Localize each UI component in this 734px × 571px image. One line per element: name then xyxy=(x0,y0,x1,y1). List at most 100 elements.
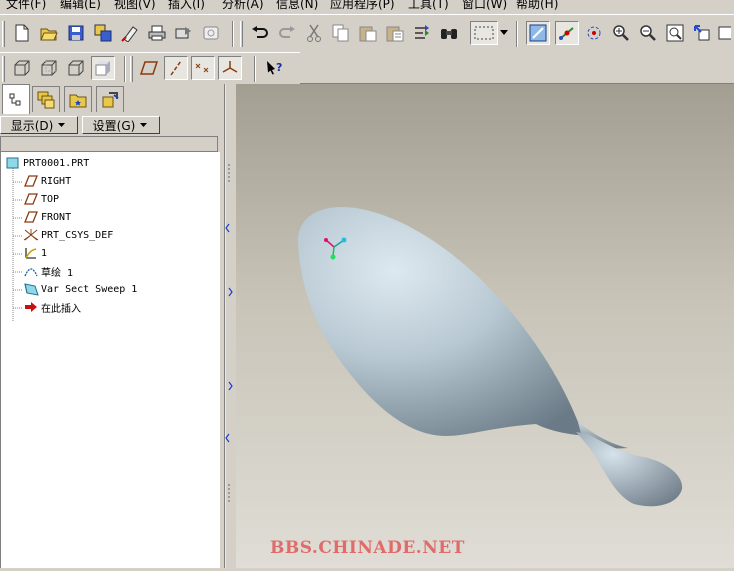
panel-splitter[interactable] xyxy=(224,84,236,568)
model-tree: PRT0001.PRT RIGHT TOP FRONT PRT_CSYS_DEF… xyxy=(0,152,220,568)
insert-here-arrow-icon xyxy=(23,300,39,314)
navigator-panel: 显示(D) 设置(G) PRT0001.PRT RIGHT TOP FRONT xyxy=(0,84,224,568)
datum-plane-icon xyxy=(23,192,39,206)
print-icon[interactable] xyxy=(145,21,169,45)
settings-menu-button[interactable]: 设置(G) xyxy=(82,116,160,134)
tree-item-label: PRT_CSYS_DEF xyxy=(41,229,114,241)
favorites-tab[interactable] xyxy=(96,86,124,112)
datum-plane-icon xyxy=(23,210,39,224)
copy-icon[interactable] xyxy=(329,21,353,45)
spin-center-icon[interactable] xyxy=(555,21,579,45)
erase-icon[interactable] xyxy=(118,21,142,45)
refit-icon[interactable] xyxy=(663,21,687,45)
tree-item-label: 1 xyxy=(41,247,48,259)
menu-edit[interactable]: 编辑(E) xyxy=(60,0,101,12)
graphics-viewport[interactable]: BBS.CHINADE.NET xyxy=(236,84,734,568)
menu-bar: 文件(F) 编辑(E) 视图(V) 插入(I) 分析(A) 信息(N) 应用程序… xyxy=(0,0,734,12)
tree-item-label: 在此插入 xyxy=(41,303,81,315)
repaint-icon[interactable] xyxy=(526,21,550,45)
tree-item-root[interactable]: PRT0001.PRT xyxy=(5,155,89,171)
new-file-icon[interactable] xyxy=(10,21,34,45)
zoom-in-icon[interactable] xyxy=(609,21,633,45)
spoon-model[interactable] xyxy=(236,84,734,568)
sweep-icon xyxy=(23,282,39,296)
tree-item-right[interactable]: RIGHT xyxy=(23,173,71,189)
menu-applications[interactable]: 应用程序(P) xyxy=(330,0,395,12)
find-icon[interactable] xyxy=(437,21,461,45)
part-icon xyxy=(5,156,21,170)
datum-axes-icon[interactable] xyxy=(164,56,188,80)
tree-item-curve[interactable]: 1 xyxy=(23,245,47,261)
datum-plane-icon xyxy=(23,174,39,188)
model-tree-tab[interactable] xyxy=(2,84,30,114)
save-copy-icon[interactable] xyxy=(91,21,115,45)
coord-systems-icon[interactable] xyxy=(218,56,242,80)
toolbar-grip[interactable] xyxy=(2,56,5,82)
redo-icon xyxy=(275,21,299,45)
toolbar-empty-area xyxy=(300,52,734,84)
wireframe-icon[interactable] xyxy=(10,56,34,80)
show-menu-button[interactable]: 显示(D) xyxy=(0,116,78,134)
tree-item-sweep[interactable]: Var Sect Sweep 1 xyxy=(23,281,137,297)
open-folder-icon[interactable] xyxy=(37,21,61,45)
reorient-icon[interactable] xyxy=(690,21,714,45)
close-window-icon[interactable] xyxy=(199,21,223,45)
tree-item-top[interactable]: TOP xyxy=(23,191,59,207)
layers-tab[interactable] xyxy=(32,86,60,112)
main-toolbar xyxy=(0,14,734,54)
menu-view[interactable]: 视图(V) xyxy=(114,0,156,12)
regenerate-icon[interactable] xyxy=(410,21,434,45)
save-icon[interactable] xyxy=(64,21,88,45)
display-toolbar: ? xyxy=(0,52,301,86)
shading-icon[interactable] xyxy=(91,56,115,80)
tree-item-sketch[interactable]: 草绘 1 xyxy=(23,263,73,279)
tree-item-label: Var Sect Sweep 1 xyxy=(41,283,138,295)
navigator-tabs xyxy=(0,84,224,114)
tree-item-front[interactable]: FRONT xyxy=(23,209,71,225)
select-box-icon[interactable] xyxy=(470,21,498,45)
tree-item-label: 草绘 1 xyxy=(41,267,74,279)
context-help-icon[interactable]: ? xyxy=(262,56,286,80)
menu-insert[interactable]: 插入(I) xyxy=(168,0,205,12)
send-icon[interactable] xyxy=(172,21,196,45)
folder-browser-tab[interactable] xyxy=(64,86,92,112)
toolbar-grip[interactable] xyxy=(2,21,5,47)
datum-points-icon[interactable] xyxy=(191,56,215,80)
menu-file[interactable]: 文件(F) xyxy=(6,0,46,12)
sketch-icon xyxy=(23,264,39,278)
tree-item-label: RIGHT xyxy=(41,175,72,187)
svg-text:?: ? xyxy=(276,61,282,74)
toolbar-separator xyxy=(254,56,256,82)
zoom-out-icon[interactable] xyxy=(636,21,660,45)
chevron-down-icon xyxy=(58,123,66,127)
toolbar-separator xyxy=(124,56,126,82)
menu-tools[interactable]: 工具(T) xyxy=(408,0,449,12)
datum-curve-icon xyxy=(23,246,39,260)
toolbar-grip[interactable] xyxy=(130,56,133,82)
paste-icon[interactable] xyxy=(356,21,380,45)
tree-item-csys[interactable]: PRT_CSYS_DEF xyxy=(23,227,113,243)
paste-special-icon[interactable] xyxy=(383,21,407,45)
tree-item-insert-here[interactable]: 在此插入 xyxy=(23,299,81,315)
no-hidden-icon[interactable] xyxy=(64,56,88,80)
chevron-down-icon xyxy=(140,123,148,127)
settings-menu-label: 设置(G) xyxy=(92,118,136,133)
menu-help[interactable]: 帮助(H) xyxy=(516,0,558,12)
undo-icon[interactable] xyxy=(248,21,272,45)
orient-mode-icon[interactable] xyxy=(582,21,606,45)
cut-icon[interactable] xyxy=(302,21,326,45)
show-menu-label: 显示(D) xyxy=(10,118,54,133)
datum-planes-icon[interactable] xyxy=(137,56,161,80)
menu-analysis[interactable]: 分析(A) xyxy=(222,0,264,12)
menu-info[interactable]: 信息(N) xyxy=(276,0,318,12)
toolbar-grip[interactable] xyxy=(240,21,243,47)
hidden-line-icon[interactable] xyxy=(37,56,61,80)
tree-column-header[interactable] xyxy=(0,136,218,152)
tree-item-label: TOP xyxy=(41,193,60,205)
coord-system-icon xyxy=(23,228,39,242)
select-dropdown-icon[interactable] xyxy=(498,21,510,45)
tree-item-label: PRT0001.PRT xyxy=(23,157,90,169)
menu-window[interactable]: 窗口(W) xyxy=(462,0,507,12)
watermark-text: BBS.CHINADE.NET xyxy=(270,538,465,558)
saved-views-icon[interactable] xyxy=(717,21,734,45)
